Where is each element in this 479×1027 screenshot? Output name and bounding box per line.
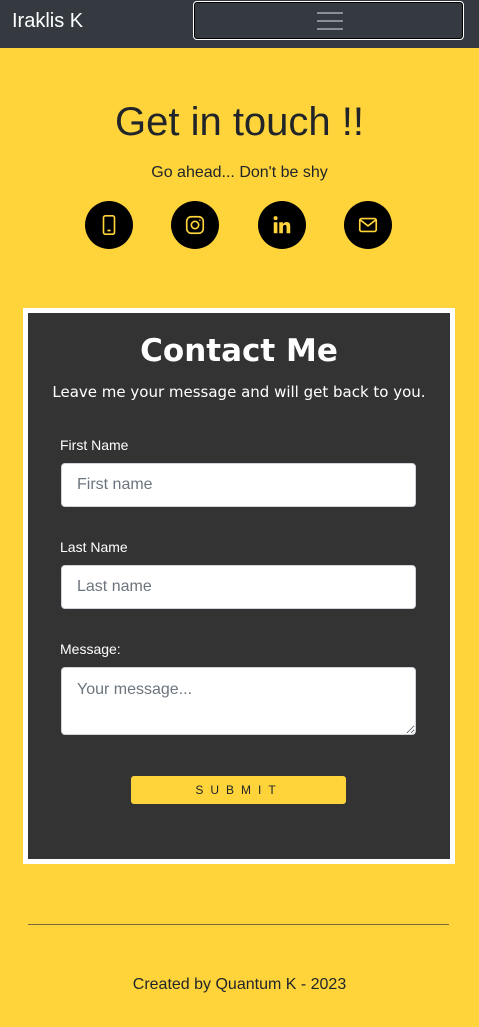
page-title: Get in touch !! — [114, 100, 365, 144]
message-label: Message: — [60, 641, 121, 657]
navbar: Iraklis K — [0, 0, 479, 48]
last-name-label: Last Name — [60, 539, 128, 555]
email-icon — [358, 217, 378, 233]
contact-title: Contact Me — [140, 333, 338, 369]
hamburger-icon — [317, 10, 343, 32]
contact-subtitle: Leave me your message and will get back … — [52, 383, 426, 401]
phone-icon — [102, 215, 116, 235]
submit-button[interactable]: SUBMIT — [131, 776, 346, 804]
page-subtitle: Go ahead... Don't be shy — [151, 164, 328, 181]
phone-link[interactable] — [85, 201, 133, 249]
instagram-link[interactable] — [171, 201, 219, 249]
last-name-input[interactable] — [61, 565, 416, 609]
first-name-input[interactable] — [61, 463, 416, 507]
navbar-toggler-button[interactable] — [193, 1, 464, 40]
brand-link[interactable]: Iraklis K — [12, 9, 83, 33]
social-links — [0, 201, 479, 249]
email-link[interactable] — [344, 201, 392, 249]
linkedin-link[interactable] — [258, 201, 306, 249]
message-textarea[interactable] — [61, 667, 416, 735]
footer-credit: Created by Quantum K - 2023 — [132, 976, 347, 993]
footer-divider — [28, 924, 449, 925]
contact-card: Contact Me Leave me your message and wil… — [23, 308, 455, 864]
instagram-icon — [185, 215, 205, 235]
linkedin-icon — [273, 216, 291, 234]
first-name-label: First Name — [60, 437, 129, 453]
